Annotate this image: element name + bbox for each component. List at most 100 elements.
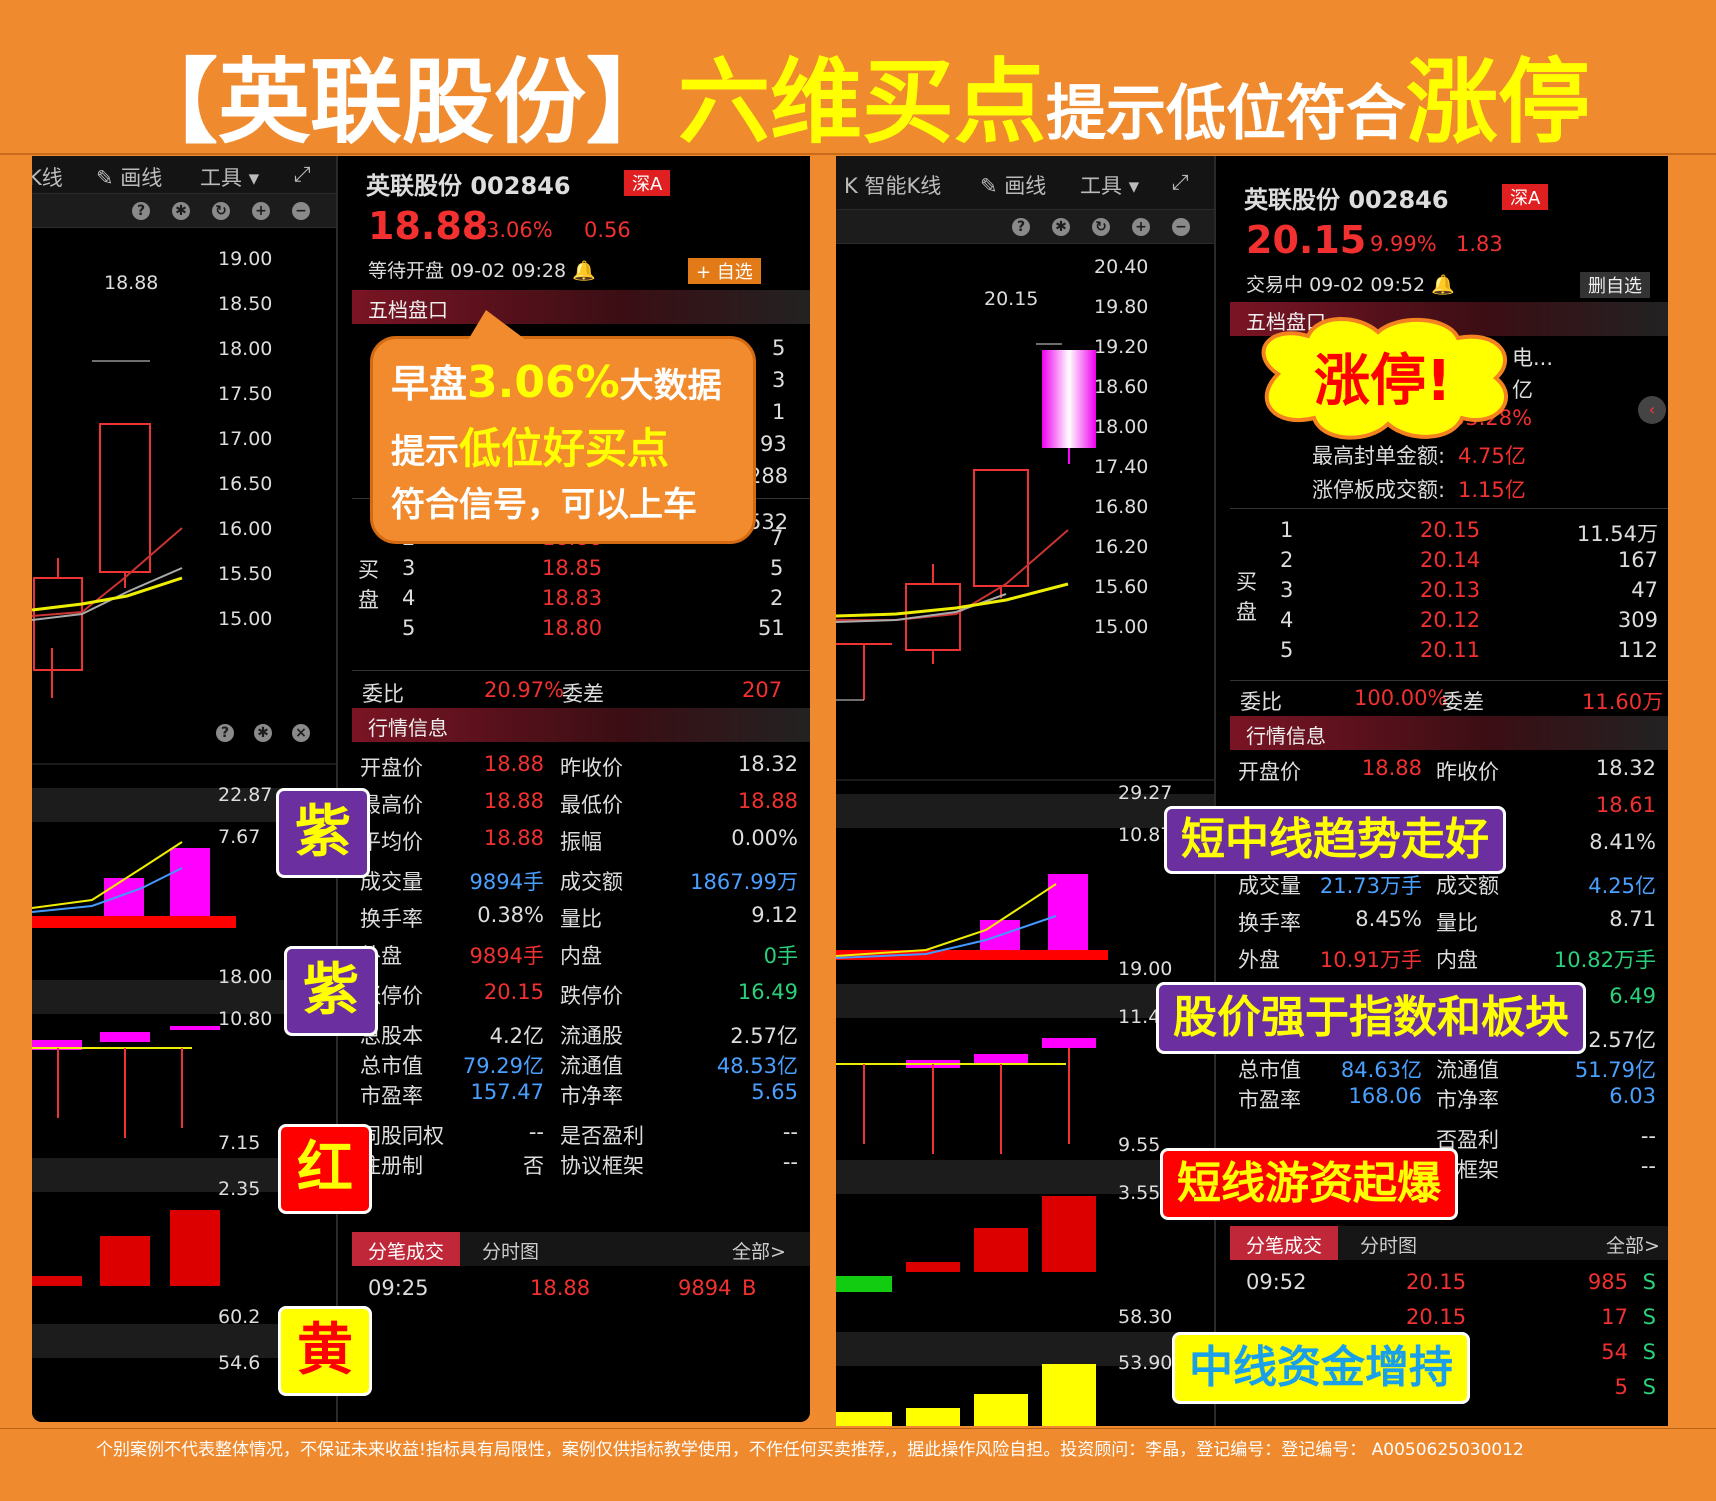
tools-button[interactable]: 工具 ▾ bbox=[1080, 170, 1139, 200]
info-value: 1867.99万 bbox=[690, 870, 798, 894]
refresh-icon[interactable]: ↻ bbox=[1092, 218, 1110, 236]
info-label: 振幅 bbox=[560, 830, 602, 854]
info-value: 10.91万手 bbox=[1319, 948, 1422, 972]
sub1-label: 22.87 bbox=[218, 784, 273, 806]
add-watchlist-button[interactable]: + 自选 bbox=[688, 258, 761, 284]
buy-level-price: 18.80 bbox=[542, 616, 603, 640]
limit-up-text: 涨停! bbox=[1314, 349, 1452, 414]
info-label: 开盘价 bbox=[1238, 760, 1301, 784]
gear-icon[interactable]: ✱ bbox=[254, 724, 272, 742]
gear-icon[interactable]: ✱ bbox=[1052, 218, 1070, 236]
refresh-icon[interactable]: ↻ bbox=[212, 202, 230, 220]
tab-ticks[interactable]: 分笔成交 bbox=[352, 1232, 461, 1266]
info-value: 2.57亿 bbox=[730, 1024, 798, 1048]
buy-level-number: 4 bbox=[1280, 608, 1294, 632]
trade-tabs: 分笔成交 分时图 全部> bbox=[352, 1232, 810, 1266]
help-icon[interactable]: ? bbox=[132, 202, 150, 220]
buy-level-price: 20.13 bbox=[1420, 578, 1481, 602]
zoom-in-icon[interactable]: + bbox=[1132, 218, 1150, 236]
smart-kline-button[interactable]: K 智能K线 bbox=[844, 170, 941, 200]
max-seal-label: 最高封单金额: bbox=[1312, 444, 1446, 468]
trade-time: 09:25 bbox=[368, 1276, 429, 1300]
buy-level-volume: 47 bbox=[1631, 578, 1658, 602]
tab-minute[interactable]: 分时图 bbox=[482, 1237, 539, 1264]
zoom-out-icon[interactable]: − bbox=[292, 202, 310, 220]
last-price-marker: 20.15 bbox=[984, 288, 1039, 310]
market-info-header[interactable]: 行情信息 bbox=[1230, 716, 1668, 750]
tab-all[interactable]: 全部> bbox=[732, 1237, 786, 1264]
tab-ticks[interactable]: 分笔成交 bbox=[1230, 1226, 1339, 1260]
info-label: 外盘 bbox=[1238, 948, 1280, 972]
trade-side: S bbox=[1642, 1375, 1656, 1399]
info-value: 157.47 bbox=[470, 1080, 544, 1104]
market-badge: 深A bbox=[1502, 184, 1549, 210]
sub4-label: 54.6 bbox=[218, 1352, 261, 1374]
stock-name: 英联股份 002846 bbox=[1244, 186, 1449, 214]
title-mid: 提示低位符合 bbox=[1046, 79, 1406, 149]
sub1-label: 29.27 bbox=[1118, 782, 1173, 804]
kline-button[interactable]: K线 bbox=[32, 162, 63, 192]
last-price: 18.88 bbox=[368, 204, 489, 248]
info-value: 0.38% bbox=[477, 903, 544, 927]
trade-volume: 985 bbox=[1587, 1270, 1628, 1294]
trade-volume: 9894 bbox=[678, 1276, 732, 1300]
trade-volume: 17 bbox=[1601, 1305, 1628, 1329]
info-value: 79.29亿 bbox=[462, 1054, 544, 1078]
sell-volume: 5 bbox=[772, 336, 786, 360]
info-label: 同股同权 bbox=[360, 1124, 444, 1148]
buy-level-price: 20.14 bbox=[1420, 548, 1481, 572]
limit-turnover-label: 涨停板成交额: bbox=[1312, 478, 1446, 502]
info-value: 5.65 bbox=[751, 1080, 798, 1104]
help-icon[interactable]: ? bbox=[216, 724, 234, 742]
max-seal-value: 4.75亿 bbox=[1458, 444, 1526, 468]
draw-button[interactable]: ✎ 画线 bbox=[980, 170, 1046, 200]
help-icon[interactable]: ? bbox=[1012, 218, 1030, 236]
market-badge: 深A bbox=[624, 170, 671, 196]
zoom-in-icon[interactable]: + bbox=[252, 202, 270, 220]
webi-label: 委比 bbox=[1240, 690, 1282, 714]
buy-level-volume: 11.54万 bbox=[1576, 522, 1658, 546]
tab-all[interactable]: 全部> bbox=[1606, 1231, 1660, 1258]
disclaimer-footer: 个别案例不代表整体情况，不保证未来收益!指标具有局限性，案例仅供指标教学使用，不… bbox=[0, 1428, 1716, 1501]
signal-tag-purple: 短中线趋势走好 bbox=[1164, 806, 1506, 874]
title-signal: 六维买点 bbox=[677, 49, 1046, 156]
tools-button[interactable]: 工具 ▾ bbox=[200, 162, 259, 192]
remove-watchlist-button[interactable]: 删自选 bbox=[1580, 272, 1650, 298]
info-label: 协议框架 bbox=[560, 1154, 644, 1178]
info-label: 成交额 bbox=[1436, 874, 1499, 898]
chevron-left-icon[interactable]: ‹ bbox=[1638, 396, 1666, 424]
disclaimer-text: 个别案例不代表整体情况，不保证未来收益!指标具有局限性，案例仅供指标教学使用，不… bbox=[96, 1440, 1524, 1460]
info-label: 内盘 bbox=[560, 944, 602, 968]
order-book-header[interactable]: 五档盘口 bbox=[352, 290, 810, 324]
sub2-label: 18.00 bbox=[218, 966, 273, 988]
callout-pointer bbox=[468, 310, 526, 340]
title-stock: 【英联股份】 bbox=[125, 49, 678, 156]
draw-button[interactable]: ✎ 画线 bbox=[96, 162, 162, 192]
webi-value: 100.00% bbox=[1354, 686, 1448, 710]
info-label: 量比 bbox=[560, 907, 602, 931]
info-value: 9894手 bbox=[469, 944, 544, 968]
fullscreen-icon[interactable]: ⤢ bbox=[1172, 170, 1189, 195]
gear-icon[interactable]: ✱ bbox=[172, 202, 190, 220]
close-icon[interactable]: × bbox=[292, 724, 310, 742]
tab-minute[interactable]: 分时图 bbox=[1360, 1231, 1417, 1258]
info-value: 18.88 bbox=[737, 789, 798, 813]
sell-volume: 93 bbox=[760, 432, 787, 456]
callout-bubble: 早盘3.06%大数据 提示低位好买点 符合信号，可以上车 bbox=[370, 336, 756, 544]
chart-icon-row: ? ✱ ↻ + − bbox=[32, 194, 336, 228]
info-value: 4.2亿 bbox=[489, 1024, 544, 1048]
fullscreen-icon[interactable]: ⤢ bbox=[294, 162, 311, 187]
stock-name: 英联股份 002846 bbox=[366, 172, 571, 200]
bell-icon: 🔔 bbox=[1431, 274, 1455, 296]
info-value: 18.88 bbox=[483, 826, 544, 850]
zoom-out-icon[interactable]: − bbox=[1172, 218, 1190, 236]
wecha-label: 委差 bbox=[1442, 690, 1484, 714]
info-value: -- bbox=[782, 1120, 798, 1144]
info-value: 21.73万手 bbox=[1319, 874, 1422, 898]
info-label: 昨收价 bbox=[560, 756, 623, 780]
info-value: 10.82万手 bbox=[1553, 948, 1656, 972]
signal-tag-red: 红 bbox=[278, 1124, 372, 1214]
market-info-header[interactable]: 行情信息 bbox=[352, 708, 810, 742]
info-label: 跌停价 bbox=[560, 984, 623, 1008]
signal-tag-red: 短线游资起爆 bbox=[1160, 1148, 1458, 1220]
